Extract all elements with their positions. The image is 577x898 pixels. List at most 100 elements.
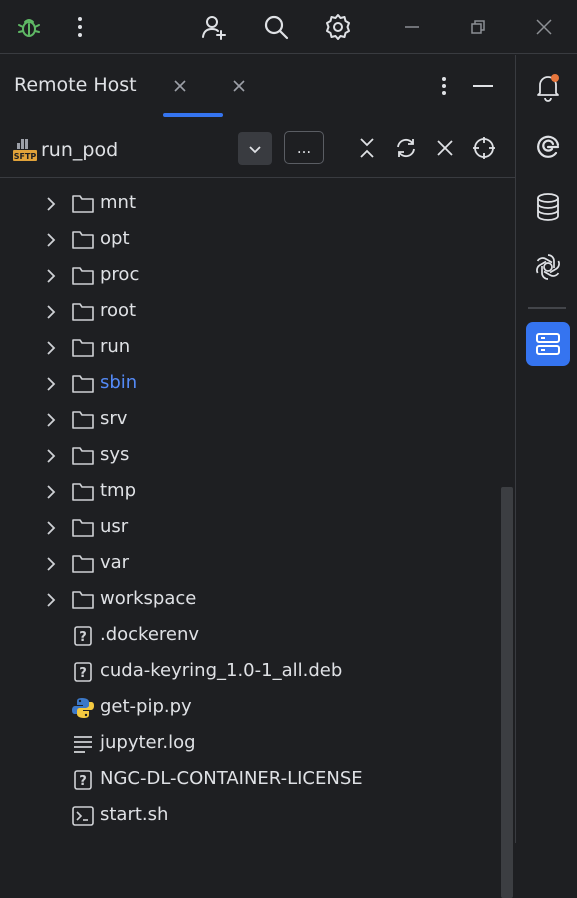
folder-icon <box>71 481 95 503</box>
python-file-icon <box>71 697 95 719</box>
database-icon[interactable] <box>530 189 566 225</box>
refresh-sync-icon[interactable] <box>394 136 418 160</box>
tree-item-label: get-pip.py <box>100 696 192 717</box>
tree-item-label: sbin <box>100 372 138 393</box>
title-bar <box>0 0 577 54</box>
tree-item-label: .dockerenv <box>100 624 200 645</box>
tree-file-row[interactable]: ? NGC-DL-CONTAINER-LICENSE <box>0 762 500 798</box>
chevron-right-icon[interactable] <box>44 411 58 429</box>
main-menu-kebab-icon[interactable] <box>68 0 92 54</box>
svg-text:?: ? <box>79 774 87 789</box>
tree-item-label: cuda-keyring_1.0-1_all.deb <box>100 660 343 681</box>
chevron-right-icon[interactable] <box>44 267 58 285</box>
folder-icon <box>71 193 95 215</box>
openai-chatgpt-icon[interactable] <box>530 249 566 285</box>
notifications-bell-icon[interactable] <box>530 69 566 105</box>
minimize-window-icon[interactable] <box>398 0 426 54</box>
add-user-icon[interactable] <box>196 0 232 54</box>
tree-file-row[interactable]: start.sh <box>0 798 500 834</box>
shell-script-icon <box>71 805 95 827</box>
tree-file-row[interactable]: ? cuda-keyring_1.0-1_all.deb <box>0 654 500 690</box>
disconnect-close-icon[interactable] <box>433 136 457 160</box>
tree-file-row[interactable]: get-pip.py <box>0 690 500 726</box>
tree-folder-row[interactable]: root <box>0 294 500 330</box>
panel-options-kebab-icon[interactable] <box>434 75 454 97</box>
chevron-right-icon[interactable] <box>44 591 58 609</box>
tree-folder-row[interactable]: sys <box>0 438 500 474</box>
tree-folder-row[interactable]: var <box>0 546 500 582</box>
tree-folder-row[interactable]: usr <box>0 510 500 546</box>
tree-item-label: workspace <box>100 588 197 609</box>
debug-bug-icon[interactable] <box>12 0 46 54</box>
ai-assistant-swirl-icon[interactable] <box>530 129 566 165</box>
remote-host-panel: Remote Host SFTP run_pod ... mnt opt pro… <box>0 55 515 898</box>
tree-folder-row[interactable]: srv <box>0 402 500 438</box>
tree-item-label: usr <box>100 516 129 537</box>
close-window-icon[interactable] <box>530 0 558 54</box>
collapse-all-icon[interactable] <box>355 136 379 160</box>
tree-item-label: root <box>100 300 137 321</box>
folder-icon <box>71 517 95 539</box>
chevron-right-icon[interactable] <box>44 519 58 537</box>
panel-header: Remote Host <box>0 55 515 118</box>
folder-icon <box>71 373 95 395</box>
folder-icon <box>71 337 95 359</box>
tree-item-label: run <box>100 336 131 357</box>
chevron-right-icon[interactable] <box>44 339 58 357</box>
tree-folder-row[interactable]: workspace <box>0 582 500 618</box>
hide-panel-icon[interactable] <box>472 75 494 97</box>
locate-target-icon[interactable] <box>472 136 496 160</box>
tree-item-label: opt <box>100 228 130 249</box>
folder-icon <box>71 589 95 611</box>
chevron-right-icon[interactable] <box>44 555 58 573</box>
svg-text:?: ? <box>79 666 87 681</box>
folder-icon <box>71 409 95 431</box>
tree-item-label: NGC-DL-CONTAINER-LICENSE <box>100 768 363 789</box>
sftp-badge-label: SFTP <box>14 152 37 161</box>
close-tab-icon[interactable] <box>170 75 190 97</box>
server-icon <box>536 333 560 355</box>
tree-item-label: start.sh <box>100 804 169 825</box>
active-tab-indicator <box>163 113 223 117</box>
chevron-right-icon[interactable] <box>44 375 58 393</box>
tree-item-label: srv <box>100 408 128 429</box>
chevron-right-icon[interactable] <box>44 231 58 249</box>
tree-folder-row[interactable]: mnt <box>0 186 500 222</box>
folder-icon <box>71 265 95 287</box>
chevron-right-icon[interactable] <box>44 447 58 465</box>
tree-item-label: tmp <box>100 480 137 501</box>
tree-file-row[interactable]: jupyter.log <box>0 726 500 762</box>
chevron-right-icon[interactable] <box>44 303 58 321</box>
tree-folder-row[interactable]: run <box>0 330 500 366</box>
svg-text:?: ? <box>79 630 87 645</box>
tree-folder-row[interactable]: proc <box>0 258 500 294</box>
tree-folder-row[interactable]: tmp <box>0 474 500 510</box>
folder-icon <box>71 553 95 575</box>
close-tab-icon[interactable] <box>229 75 249 97</box>
chevron-right-icon[interactable] <box>44 483 58 501</box>
tree-item-label: proc <box>100 264 140 285</box>
panel-title: Remote Host <box>14 74 137 96</box>
chevron-right-icon[interactable] <box>44 195 58 213</box>
folder-icon <box>71 301 95 323</box>
settings-gear-icon[interactable] <box>320 0 356 54</box>
folder-icon <box>71 445 95 467</box>
unknown-file-icon: ? <box>71 661 95 683</box>
text-file-icon <box>71 733 95 755</box>
tree-scrollbar[interactable] <box>501 487 513 898</box>
tree-folder-row[interactable]: opt <box>0 222 500 258</box>
right-tool-window-bar <box>515 55 577 843</box>
remote-host-tool-button[interactable] <box>526 322 570 366</box>
tree-item-label: sys <box>100 444 130 465</box>
host-dropdown-button[interactable] <box>238 132 272 165</box>
sftp-server-icon: SFTP <box>12 138 38 162</box>
tree-item-label: mnt <box>100 192 136 213</box>
restore-window-icon[interactable] <box>464 0 492 54</box>
host-name: run_pod <box>41 139 119 161</box>
tree-file-row[interactable]: ? .dockerenv <box>0 618 500 654</box>
browse-more-button[interactable]: ... <box>284 131 324 164</box>
folder-icon <box>71 229 95 251</box>
tree-folder-row[interactable]: sbin <box>0 366 500 402</box>
search-icon[interactable] <box>258 0 294 54</box>
unknown-file-icon: ? <box>71 625 95 647</box>
